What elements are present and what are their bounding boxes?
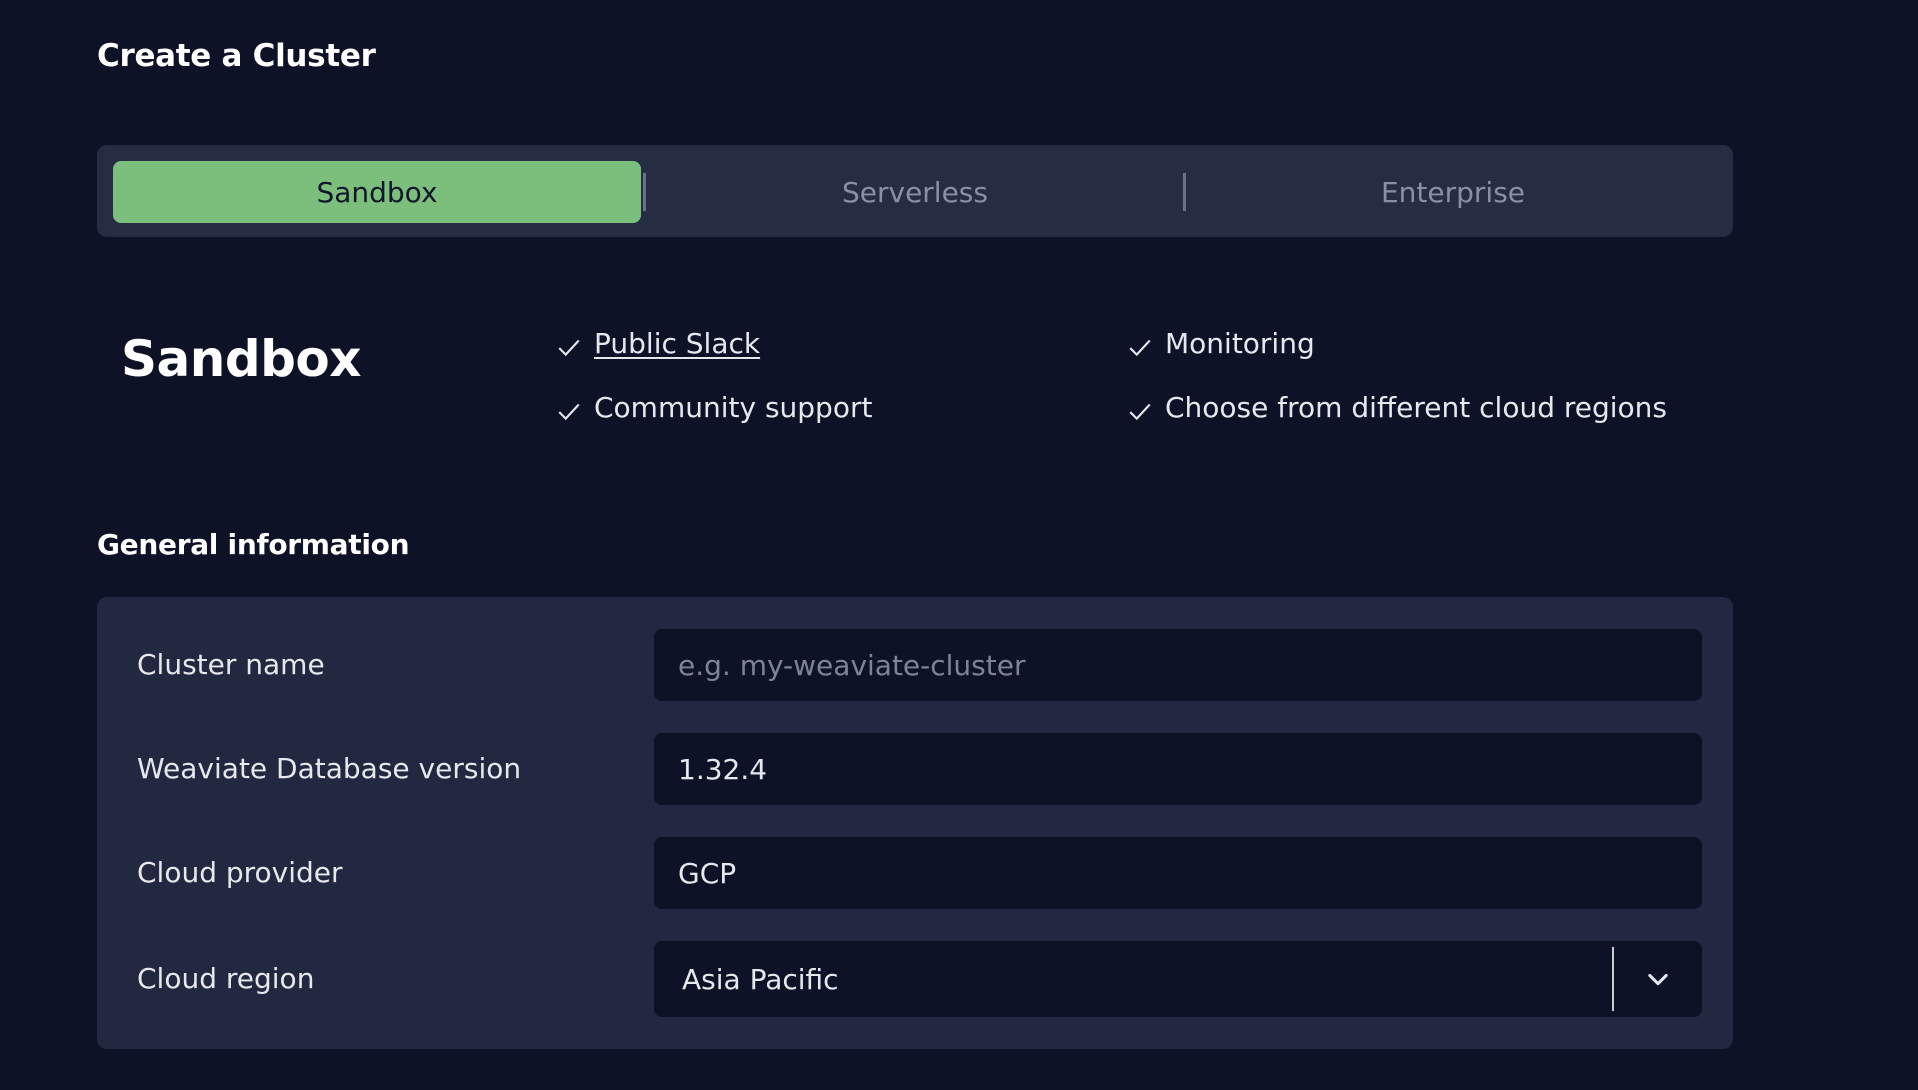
check-icon [558,339,580,356]
chevron-down-icon[interactable] [1614,941,1702,1017]
feature-label: Community support [594,391,873,424]
feature-cloud-regions: Choose from different cloud regions [1127,391,1667,424]
tab-serverless[interactable]: Serverless [651,161,1179,223]
cloud-region-select[interactable]: Asia Pacific [654,941,1702,1017]
check-icon [1129,339,1151,356]
db-version-input[interactable] [654,733,1702,805]
general-information-form: Cluster name Weaviate Database version C… [97,597,1733,1049]
cluster-name-label: Cluster name [137,648,325,681]
tab-divider [643,173,646,211]
feature-public-slack: Public Slack [556,327,760,360]
tier-tabs: Sandbox Serverless Enterprise [97,145,1733,237]
cloud-provider-input[interactable] [654,837,1702,909]
check-icon [558,403,580,420]
public-slack-link[interactable]: Public Slack [594,327,760,360]
cloud-region-value: Asia Pacific [682,962,839,996]
cloud-region-label: Cloud region [137,962,315,995]
cloud-provider-label: Cloud provider [137,856,343,889]
create-cluster-page: Create a Cluster Sandbox Serverless Ente… [0,0,1918,1090]
tab-sandbox[interactable]: Sandbox [113,161,641,223]
feature-monitoring: Monitoring [1127,327,1315,360]
tier-heading: Sandbox [121,330,362,388]
tab-enterprise[interactable]: Enterprise [1189,161,1717,223]
db-version-label: Weaviate Database version [137,752,522,785]
cluster-name-input[interactable] [654,629,1702,701]
page-title: Create a Cluster [97,38,376,74]
tab-divider [1183,173,1186,211]
feature-label: Choose from different cloud regions [1165,391,1668,424]
feature-label: Monitoring [1165,327,1315,360]
section-title-general-information: General information [97,528,410,561]
feature-community-support: Community support [556,391,872,424]
check-icon [1129,403,1151,420]
